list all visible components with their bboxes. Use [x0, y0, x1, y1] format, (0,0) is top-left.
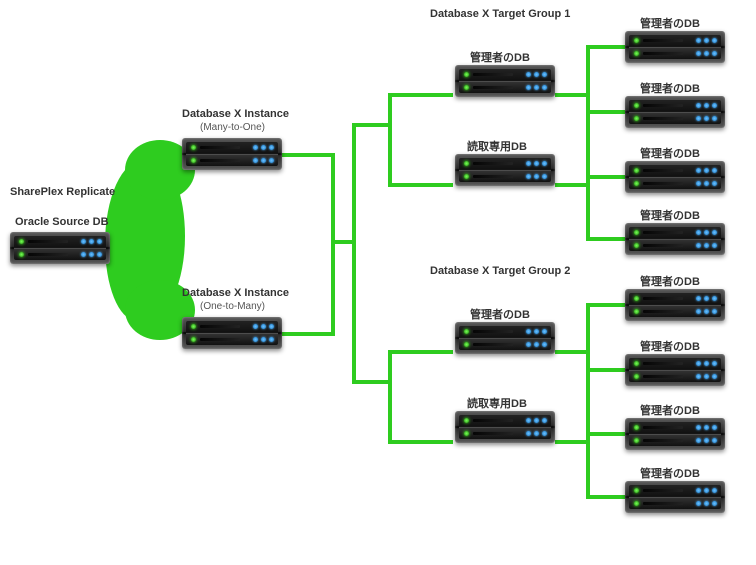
- heading-target-group-2: Database X Target Group 2: [430, 265, 570, 277]
- connector: [555, 350, 590, 354]
- server-replica-6: [625, 418, 725, 450]
- heading-target-group-1: Database X Target Group 1: [430, 8, 570, 20]
- connector: [586, 175, 626, 179]
- connector: [586, 303, 626, 307]
- connector: [352, 123, 356, 383]
- server-g1-readonly: [455, 154, 555, 186]
- label-oracle-source: Oracle Source DB: [15, 216, 109, 228]
- label-replica-5: 管理者のDB: [640, 338, 700, 354]
- label-replica-6: 管理者のDB: [640, 402, 700, 418]
- connector: [388, 440, 453, 444]
- server-replica-0: [625, 31, 725, 63]
- connector: [586, 237, 626, 241]
- server-replica-1: [625, 96, 725, 128]
- sublabel-dbx-2: (One-to-Many): [200, 301, 265, 312]
- connector: [352, 380, 392, 384]
- label-dbx-1: Database X Instance: [182, 108, 289, 120]
- connector: [388, 93, 392, 186]
- label-replica-3: 管理者のDB: [640, 207, 700, 223]
- label-g2-readonly: 読取専用DB: [467, 395, 527, 411]
- connector: [586, 432, 626, 436]
- server-replica-5: [625, 354, 725, 386]
- connector: [388, 350, 392, 443]
- server-replica-4: [625, 289, 725, 321]
- connector: [555, 440, 590, 444]
- server-g2-readonly: [455, 411, 555, 443]
- label-g2-admin: 管理者のDB: [470, 306, 530, 322]
- label-replica-4: 管理者のDB: [640, 273, 700, 289]
- server-g2-admin: [455, 322, 555, 354]
- server-g1-admin: [455, 65, 555, 97]
- server-dbx-1: [182, 138, 282, 170]
- label-g1-admin: 管理者のDB: [470, 49, 530, 65]
- label-dbx-2: Database X Instance: [182, 287, 289, 299]
- connector: [388, 93, 453, 97]
- connector: [555, 93, 590, 97]
- heading-shareplex: SharePlex Replicate: [10, 186, 115, 198]
- connector: [280, 153, 335, 157]
- label-replica-0: 管理者のDB: [640, 15, 700, 31]
- label-g1-readonly: 読取専用DB: [467, 138, 527, 154]
- connector: [555, 183, 590, 187]
- server-replica-3: [625, 223, 725, 255]
- label-replica-7: 管理者のDB: [640, 465, 700, 481]
- connector: [352, 123, 392, 127]
- server-dbx-2: [182, 317, 282, 349]
- connector: [586, 495, 626, 499]
- connector: [388, 183, 453, 187]
- connector: [280, 332, 335, 336]
- server-replica-2: [625, 161, 725, 193]
- connector: [586, 45, 626, 49]
- sublabel-dbx-1: (Many-to-One): [200, 122, 265, 133]
- connector: [586, 45, 590, 240]
- connector: [388, 350, 453, 354]
- connector: [586, 303, 590, 498]
- server-replica-7: [625, 481, 725, 513]
- server-oracle-source: [10, 232, 110, 264]
- label-replica-2: 管理者のDB: [640, 145, 700, 161]
- connector: [586, 110, 626, 114]
- connector: [586, 368, 626, 372]
- label-replica-1: 管理者のDB: [640, 80, 700, 96]
- connector: [331, 153, 335, 336]
